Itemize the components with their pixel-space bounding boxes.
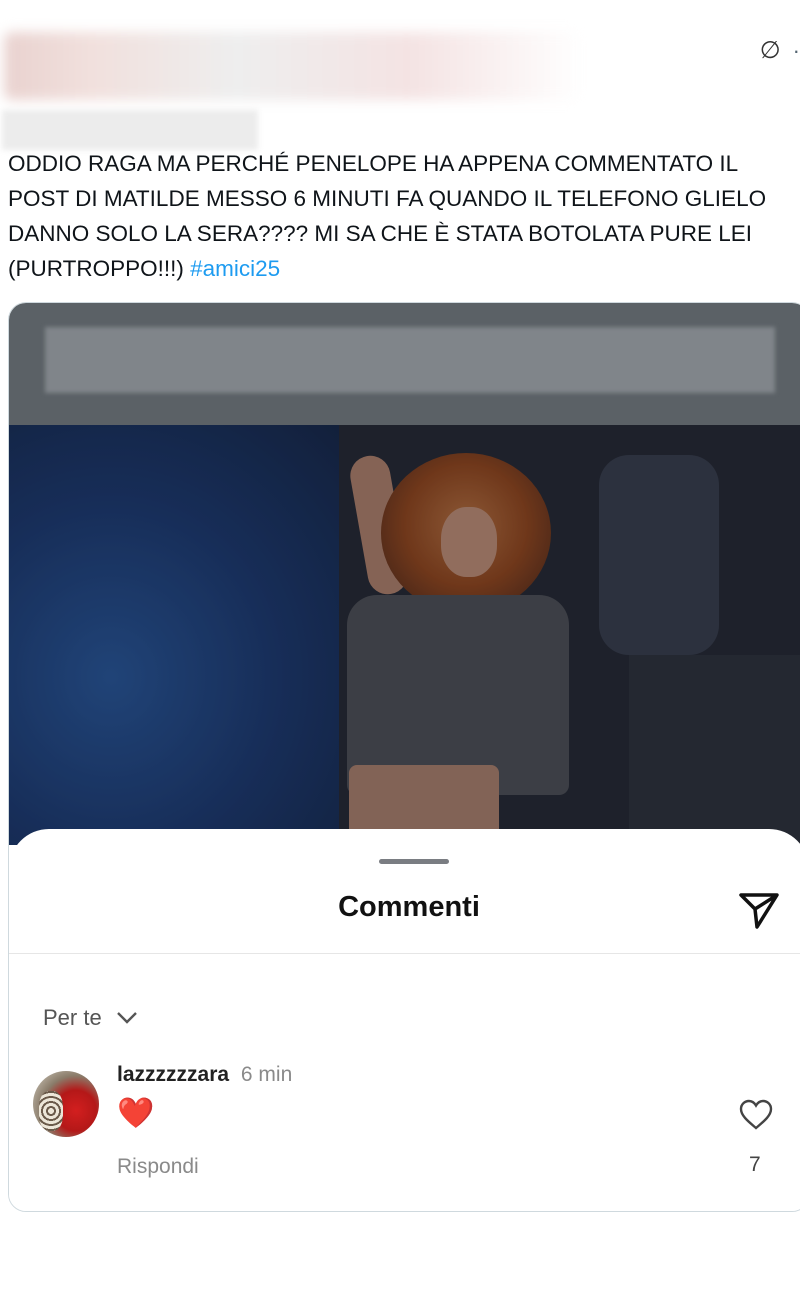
comment-time: 6 min <box>240 1063 293 1086</box>
heart-outline-icon[interactable] <box>739 1099 773 1131</box>
blurred-handle <box>2 110 258 150</box>
comment-heart-emoji: ❤️ <box>117 1097 155 1130</box>
sheet-grabber[interactable] <box>379 859 449 864</box>
comments-sheet: Commenti Per te lazzzzzzara 6 min ❤️ Ris… <box>9 829 800 1211</box>
reply-button[interactable]: Rispondi <box>117 1155 199 1179</box>
grok-slash-circle-icon[interactable]: ∅ <box>760 36 781 65</box>
avatar[interactable] <box>33 1071 99 1137</box>
comment-item: lazzzzzzara 6 min ❤️ Rispondi 7 <box>33 1063 800 1193</box>
tweet-top-actions: ∅ · <box>760 36 800 65</box>
chevron-down-icon <box>116 1012 137 1024</box>
filter-label: Per te <box>43 1005 102 1030</box>
comment-username[interactable]: lazzzzzzara <box>117 1063 229 1086</box>
tweet-media-screenshot[interactable]: Commenti Per te lazzzzzzara 6 min ❤️ Ris… <box>8 302 800 1212</box>
post-photo <box>9 425 800 845</box>
comment-filter-dropdown[interactable]: Per te <box>43 1005 138 1031</box>
blurred-status-bar <box>45 327 775 393</box>
screenshot-status-area <box>9 303 800 425</box>
send-paper-plane-icon[interactable] <box>735 885 783 933</box>
comment-header: lazzzzzzara 6 min <box>117 1063 292 1087</box>
sheet-divider <box>9 953 800 954</box>
like-count: 7 <box>749 1153 761 1176</box>
hashtag-link[interactable]: #amici25 <box>190 256 280 281</box>
tweet-body: ODDIO RAGA MA PERCHÉ PENELOPE HA APPENA … <box>8 151 767 281</box>
more-dot[interactable]: · <box>793 39 800 62</box>
sheet-title: Commenti <box>338 891 480 923</box>
blurred-display-name <box>4 32 584 100</box>
tweet-text: ODDIO RAGA MA PERCHÉ PENELOPE HA APPENA … <box>8 146 800 286</box>
